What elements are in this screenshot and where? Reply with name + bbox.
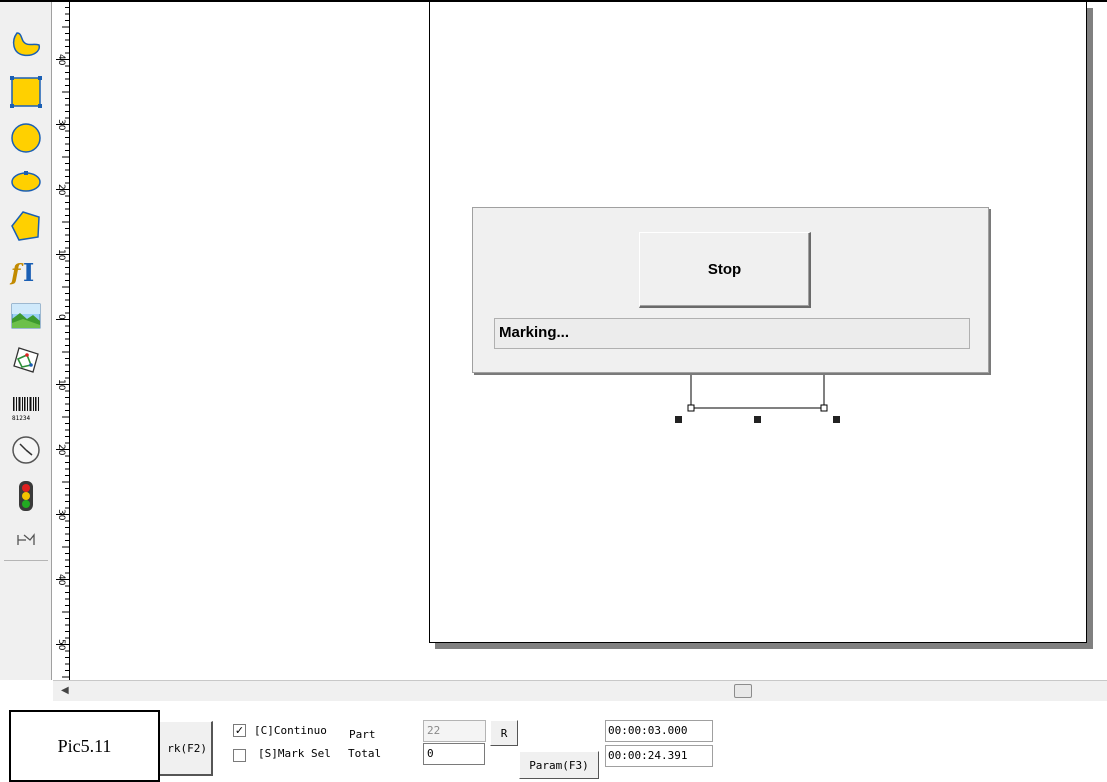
- ruler-label: 10: [56, 379, 66, 391]
- ruler-label: 30: [56, 119, 66, 131]
- check-icon: ✓: [234, 724, 245, 737]
- current-time-display: 00:00:03.000: [605, 720, 713, 742]
- ruler-label: 40: [56, 574, 66, 586]
- ruler-label: 30: [56, 509, 66, 521]
- toolbar-separator: [4, 560, 48, 561]
- mark-control-panel: rk(F2) ✓ [C]Continuo Part 22 R [S]Mark S…: [0, 701, 1107, 782]
- figure-caption: Pic5.11: [9, 710, 160, 782]
- image-icon: [11, 303, 41, 329]
- mark-selected-label: [S]Mark Sel: [258, 747, 331, 760]
- continuous-checkbox[interactable]: ✓: [233, 724, 246, 737]
- clock-icon: [12, 436, 40, 464]
- polygon-tool[interactable]: [8, 208, 44, 244]
- ruler-label: 50: [56, 639, 66, 651]
- reset-part-button[interactable]: R: [490, 720, 518, 746]
- bitmap-tool[interactable]: [8, 298, 44, 334]
- curve-icon: [12, 32, 41, 57]
- barcode-tool[interactable]: 81234: [8, 388, 44, 424]
- motion-tool[interactable]: [8, 522, 44, 558]
- delay-tool[interactable]: [8, 432, 44, 468]
- selected-object[interactable]: [670, 372, 850, 432]
- text-tool[interactable]: f I: [8, 252, 44, 288]
- ellipse-icon: [11, 171, 41, 192]
- marking-status: Marking...: [494, 318, 970, 349]
- circle-tool[interactable]: [8, 120, 44, 156]
- total-time-display: 00:00:24.391: [605, 745, 713, 767]
- ruler-label: 10: [56, 249, 66, 261]
- horizontal-scrollbar[interactable]: ◀: [53, 680, 1107, 701]
- curve-tool[interactable]: [8, 26, 44, 62]
- ruler-label: 0: [56, 314, 66, 320]
- mark-selected-checkbox[interactable]: [233, 749, 246, 762]
- svg-text:I: I: [23, 258, 34, 287]
- ruler-label: 40: [56, 54, 66, 66]
- vertical-ruler: 40 30 20 10 0 10 20 30 40 50: [53, 2, 70, 680]
- ruler-scale: 40 30 20 10 0 10 20 30 40 50: [56, 7, 69, 678]
- part-count-field: 22: [423, 720, 486, 742]
- io-signal-tool[interactable]: [8, 478, 44, 514]
- vector-file-icon: [13, 347, 39, 373]
- text-icon: f I: [9, 258, 34, 287]
- ruler-label: 20: [56, 184, 66, 196]
- ellipse-tool[interactable]: [8, 164, 44, 200]
- polygon-icon: [11, 211, 40, 241]
- svg-text:f: f: [9, 260, 24, 286]
- part-label: Part: [349, 728, 376, 741]
- continuous-label: [C]Continuo: [254, 724, 327, 737]
- rectangle-tool[interactable]: [8, 74, 44, 110]
- drawing-toolbar: f I 81234: [0, 2, 52, 680]
- vector-file-tool[interactable]: [8, 342, 44, 378]
- motion-icon: [17, 533, 35, 545]
- rectangle-icon: [10, 76, 42, 108]
- marking-dialog: Stop Marking...: [472, 207, 989, 373]
- total-count-field[interactable]: 0: [423, 743, 485, 765]
- traffic-light-icon: [19, 481, 33, 511]
- total-label: Total: [348, 747, 382, 760]
- param-button[interactable]: Param(F3): [519, 751, 599, 779]
- circle-icon: [11, 123, 41, 153]
- scroll-left-icon[interactable]: ◀: [61, 685, 69, 696]
- scroll-thumb[interactable]: [734, 684, 752, 698]
- barcode-digits: 81234: [12, 415, 31, 422]
- ruler-label: 20: [56, 444, 66, 456]
- stop-button[interactable]: Stop: [639, 232, 811, 308]
